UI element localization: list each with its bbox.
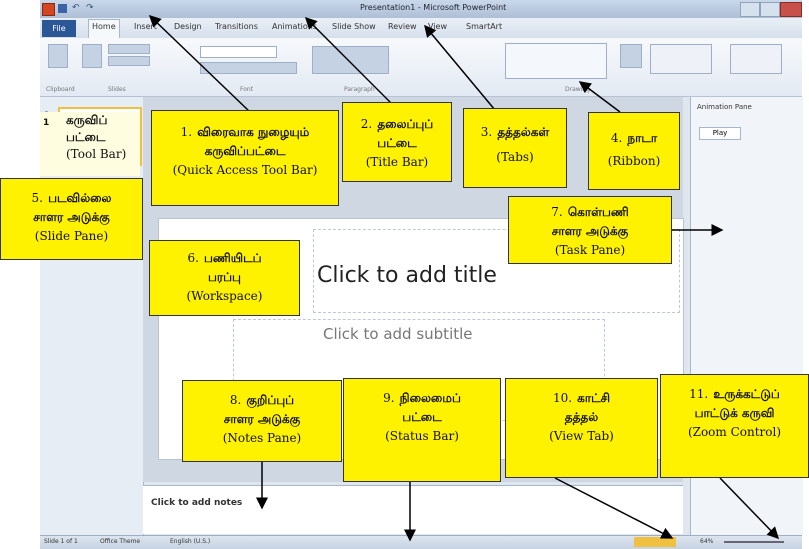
callout-tabs-number: 3. — [480, 125, 493, 139]
callout-ribbon: 4. நாடா (Ribbon) — [588, 112, 680, 190]
callout-notes-pane-english: (Notes Pane) — [222, 431, 302, 445]
callout-notes-pane: 8. குறிப்புப் சாளர அடுக்கு (Notes Pane) — [182, 380, 342, 462]
callout-task-pane-english: (Task Pane) — [554, 243, 626, 257]
callout-slide-pane: 5. படவில்லை சாளர அடுக்கு (Slide Pane) — [0, 178, 143, 260]
callout-slide-pane-english: (Slide Pane) — [34, 229, 109, 243]
arrow-title-bar — [304, 16, 396, 108]
callout-toolbar-tamil-2: பட்டை — [66, 130, 106, 144]
callout-quick-access-number: 1. — [180, 125, 193, 139]
callout-quick-access-tamil-1: விரைவாக நுழையும் — [197, 125, 310, 139]
callout-zoom-control: 11. உருக்கட்டுப் பாட்டுக் கருவி (Zoom Co… — [660, 374, 809, 478]
callout-title-bar-tamil-2: பட்டை — [377, 136, 417, 150]
callout-toolbar-english: (Tool Bar) — [66, 147, 127, 161]
callout-status-bar-english: (Status Bar) — [385, 429, 459, 443]
callout-view-tab-tamil-2: தத்தல் — [564, 410, 599, 424]
callout-workspace: 6. பணியிடப் பரப்பு (Workspace) — [149, 240, 300, 316]
callout-toolbar-tamil-1: கருவிப் — [66, 113, 108, 127]
callout-status-bar-tamil-2: பட்டை — [402, 410, 442, 424]
callout-zoom-control-number: 11. — [689, 387, 709, 401]
callout-task-pane-tamil-1: கொள்பணி — [567, 205, 629, 219]
callout-notes-pane-number: 8. — [229, 393, 242, 407]
callout-view-tab: 10. காட்சி தத்தல் (View Tab) — [505, 378, 658, 478]
arrow-zoom — [719, 477, 780, 540]
callout-title-bar-number: 2. — [360, 117, 373, 131]
callout-title-bar-english: (Title Bar) — [365, 155, 429, 169]
callout-notes-pane-tamil-1: குறிப்புப் — [246, 393, 295, 407]
callout-zoom-control-english: (Zoom Control) — [687, 425, 782, 439]
callout-quick-access: 1. விரைவாக நுழையும் கருவிப்பட்டை (Quick … — [151, 110, 339, 206]
callout-tabs-english: (Tabs) — [496, 150, 534, 164]
callout-title-bar-tamil-1: தலைப்புப் — [377, 117, 434, 131]
callout-status-bar-tamil-1: நிலைமைப் — [399, 391, 461, 405]
callout-view-tab-tamil-1: காட்சி — [577, 391, 611, 405]
callout-task-pane-number: 7. — [551, 205, 563, 219]
arrow-tabs — [424, 24, 496, 111]
callout-toolbar: 1 கருவிப் பட்டை (Tool Bar) — [40, 112, 140, 176]
callout-status-bar: 9. நிலைமைப் பட்டை (Status Bar) — [343, 378, 501, 482]
callout-zoom-control-tamil-1: உருக்கட்டுப் — [713, 387, 780, 401]
callout-workspace-number: 6. — [187, 251, 199, 265]
callout-view-tab-english: (View Tab) — [549, 429, 614, 443]
callout-task-pane-tamil-2: சாளர அடுக்கு — [551, 224, 629, 238]
arrow-view-tab — [554, 477, 674, 539]
callout-task-pane: 7. கொள்பணி சாளர அடுக்கு (Task Pane) — [508, 196, 672, 264]
callout-toolbar-number: 1 — [43, 118, 50, 128]
callout-slide-pane-tamil-2: சாளர அடுக்கு — [33, 210, 110, 224]
callout-workspace-english: (Workspace) — [186, 289, 263, 303]
callout-notes-pane-tamil-2: சாளர அடுக்கு — [223, 412, 301, 426]
callout-slide-pane-tamil-1: படவில்லை — [48, 191, 112, 205]
callout-tabs-tamil-1: தத்தல்கள் — [497, 125, 550, 139]
callout-workspace-tamil-2: பரப்பு — [208, 270, 241, 284]
callout-status-bar-number: 9. — [383, 391, 395, 405]
callout-workspace-tamil-1: பணியிடப் — [203, 251, 262, 265]
callout-quick-access-english: (Quick Access Tool Bar) — [172, 163, 318, 177]
callout-quick-access-tamil-2: கருவிப்பட்டை — [204, 144, 286, 158]
callout-ribbon-english: (Ribbon) — [607, 154, 661, 168]
callout-ribbon-tamil-1: நாடா — [627, 131, 658, 145]
arrow-quick-access — [148, 14, 251, 113]
callout-tabs: 3. தத்தல்கள் (Tabs) — [463, 108, 567, 188]
callout-view-tab-number: 10. — [552, 391, 573, 405]
callout-title-bar: 2. தலைப்புப் பட்டை (Title Bar) — [342, 102, 452, 182]
callout-slide-pane-number: 5. — [31, 191, 43, 205]
callout-ribbon-number: 4. — [610, 131, 623, 145]
arrow-ribbon — [578, 81, 621, 113]
callout-zoom-control-tamil-2: பாட்டுக் கருவி — [694, 406, 775, 420]
